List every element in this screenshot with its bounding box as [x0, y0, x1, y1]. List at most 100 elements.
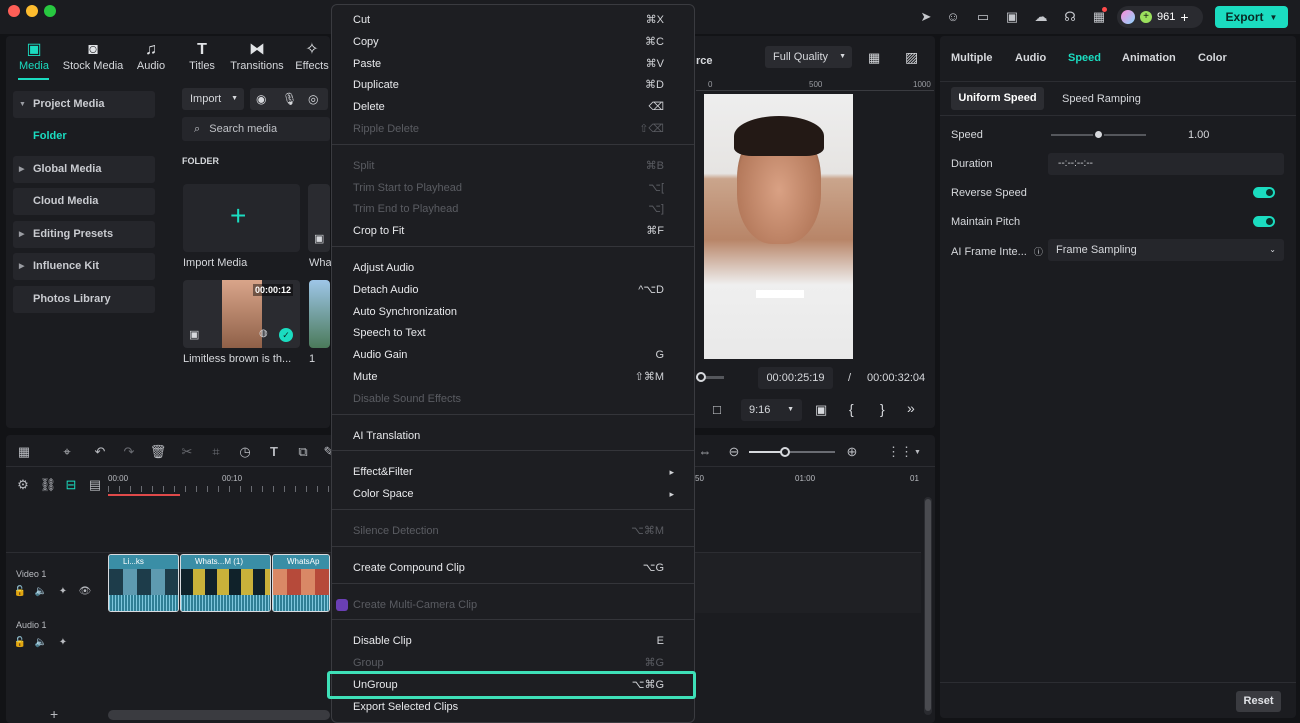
zoom-slider[interactable]: [749, 447, 835, 457]
tab-audio-props[interactable]: Audio: [1015, 52, 1046, 64]
tab-animation[interactable]: Animation: [1122, 52, 1176, 64]
vertical-scroll-thumb[interactable]: [925, 499, 931, 711]
fullscreen-icon[interactable]: ▣: [815, 402, 827, 418]
monitor-icon[interactable]: ▭: [975, 9, 991, 25]
help-icon[interactable]: ⓘ: [1034, 247, 1043, 257]
menu-item-adjust-audio[interactable]: Adjust Audio: [353, 258, 678, 278]
track-settings-icon[interactable]: ⚙: [14, 477, 32, 493]
microphone-icon[interactable]: 🎙: [282, 92, 297, 106]
export-button[interactable]: Export ▼: [1215, 6, 1288, 28]
save-icon[interactable]: ▣: [1004, 9, 1020, 25]
menu-item-export-selected-clips[interactable]: Export Selected Clips: [353, 697, 678, 717]
maintain-pitch-toggle[interactable]: [1253, 216, 1275, 227]
headset-icon[interactable]: ☊: [1062, 9, 1078, 25]
magic-icon[interactable]: ✦: [54, 586, 72, 597]
add-track-icon[interactable]: ▤: [86, 477, 104, 493]
speaker-icon[interactable]: 🔈: [32, 586, 50, 597]
scissors-icon[interactable]: ✂: [178, 444, 196, 460]
sidebar-item-folder[interactable]: Folder: [33, 130, 67, 142]
menu-item-color-space[interactable]: Color Space ▸: [353, 484, 678, 504]
timeline-clip[interactable]: WhatsAp: [272, 554, 330, 612]
import-dropdown[interactable]: Import ▼: [182, 88, 244, 110]
stop-icon[interactable]: □: [713, 402, 721, 417]
tab-effects[interactable]: ✧ Effects: [294, 40, 330, 72]
grid-view-icon[interactable]: ▦: [868, 50, 880, 66]
sidebar-item-photos-library[interactable]: Photos Library: [13, 286, 155, 313]
chevron-down-icon[interactable]: ▼: [914, 449, 921, 456]
tab-color[interactable]: Color: [1198, 52, 1227, 64]
media-tile[interactable]: [309, 280, 330, 348]
menu-item-crop-to-fit[interactable]: Crop to Fit ⌘F: [353, 221, 678, 241]
menu-item-create-compound-clip[interactable]: Create Compound Clip ⌥G: [353, 558, 678, 578]
community-icon[interactable]: ☺: [945, 9, 961, 25]
menu-item-delete[interactable]: Delete ⌫: [353, 97, 678, 117]
media-tile-selected[interactable]: 00:00:12 ▣ ◍ ✓: [183, 280, 300, 348]
duration-field[interactable]: --:--:--:--: [1048, 153, 1284, 175]
menu-item-detach-audio[interactable]: Detach Audio ^⌥D: [353, 280, 678, 300]
redo-icon[interactable]: ↷: [120, 444, 138, 460]
snapshot-icon[interactable]: ▨: [905, 49, 918, 66]
menu-item-speech-to-text[interactable]: Speech to Text: [353, 323, 678, 343]
tab-stock-media[interactable]: ◙ Stock Media: [62, 40, 124, 72]
unlink-icon[interactable]: ⛓: [39, 477, 57, 493]
tab-media[interactable]: ▣ Media: [12, 40, 56, 72]
add-track-plus-icon[interactable]: +: [50, 706, 58, 722]
menu-item-cut[interactable]: Cut ⌘X: [353, 10, 678, 30]
add-credits-icon[interactable]: +: [1180, 9, 1188, 25]
speed-slider-handle[interactable]: [1093, 129, 1104, 140]
tab-audio[interactable]: ♫ Audio: [131, 40, 171, 72]
zoom-out-icon[interactable]: ⊖: [725, 444, 743, 460]
speed-slider[interactable]: [1051, 129, 1146, 140]
sidebar-item-global-media[interactable]: ▶ Global Media: [13, 156, 155, 183]
menu-item-paste[interactable]: Paste ⌘V: [353, 54, 678, 74]
sidebar-item-influence-kit[interactable]: ▶ Influence Kit: [13, 253, 155, 280]
sidebar-item-cloud-media[interactable]: Cloud Media: [13, 188, 155, 215]
subtab-uniform-speed[interactable]: Uniform Speed: [951, 87, 1044, 110]
tab-speed[interactable]: Speed: [1068, 52, 1101, 64]
vertical-scrollbar[interactable]: [924, 497, 932, 715]
more-controls-icon[interactable]: »: [907, 400, 915, 416]
subtab-speed-ramping[interactable]: Speed Ramping: [1062, 93, 1141, 105]
media-tile[interactable]: ▣: [308, 184, 330, 252]
playhead-handle[interactable]: [696, 372, 706, 382]
text-tool-icon[interactable]: T: [265, 444, 283, 459]
zoom-in-icon[interactable]: ⊕: [843, 444, 861, 460]
voiceover-icon[interactable]: ◎: [308, 92, 318, 106]
speaker-icon[interactable]: 🔈: [32, 637, 50, 648]
timeline-clip[interactable]: Li...ks: [108, 554, 179, 612]
crop-icon[interactable]: ⌗: [207, 444, 225, 460]
menu-item-duplicate[interactable]: Duplicate ⌘D: [353, 75, 678, 95]
menu-item-copy[interactable]: Copy ⌘C: [353, 32, 678, 52]
timeline-ruler-right[interactable]: 50 01:00 01: [695, 472, 925, 496]
speed-clock-icon[interactable]: ◷: [236, 444, 254, 460]
mark-out-icon[interactable]: }: [880, 401, 885, 417]
lock-icon[interactable]: 🔓: [11, 637, 29, 648]
record-screen-icon[interactable]: ◉: [256, 92, 266, 106]
menu-item-disable-clip[interactable]: Disable Clip E: [353, 631, 678, 651]
select-tool-icon[interactable]: ⌖: [58, 444, 76, 460]
fit-timeline-icon[interactable]: ⇔: [696, 444, 714, 459]
zoom-slider-handle[interactable]: [780, 447, 790, 457]
playback-progress[interactable]: [696, 372, 724, 382]
menu-item-effect-filter[interactable]: Effect&Filter ▸: [353, 462, 678, 482]
undo-icon[interactable]: ↶: [91, 444, 109, 460]
menu-item-audio-gain[interactable]: Audio Gain G: [353, 345, 678, 365]
quality-dropdown[interactable]: Full Quality ▼: [765, 46, 852, 68]
import-media-tile[interactable]: +: [183, 184, 300, 252]
menu-item-mute[interactable]: Mute ⇧⌘M: [353, 367, 678, 387]
shape-icon[interactable]: ⧉: [294, 444, 312, 460]
current-time[interactable]: 00:00:25:19: [758, 367, 833, 389]
maximize-window-button[interactable]: [44, 5, 56, 17]
tab-multiple[interactable]: Multiple: [951, 52, 993, 64]
reverse-speed-toggle[interactable]: [1253, 187, 1275, 198]
reset-button[interactable]: Reset: [1236, 691, 1281, 712]
delete-icon[interactable]: 🗑: [149, 444, 167, 460]
menu-item-auto-synchronization[interactable]: Auto Synchronization: [353, 302, 678, 322]
minimize-window-button[interactable]: [26, 5, 38, 17]
tab-titles[interactable]: T Titles: [182, 40, 222, 72]
timeline-ruler[interactable]: 00:00 00:10: [108, 472, 330, 496]
sidebar-item-project-media[interactable]: ▼ Project Media: [13, 91, 155, 118]
speed-value[interactable]: 1.00: [1188, 129, 1209, 141]
sidebar-item-editing-presets[interactable]: ▶ Editing Presets: [13, 221, 155, 248]
eye-icon[interactable]: 👁: [76, 586, 94, 597]
